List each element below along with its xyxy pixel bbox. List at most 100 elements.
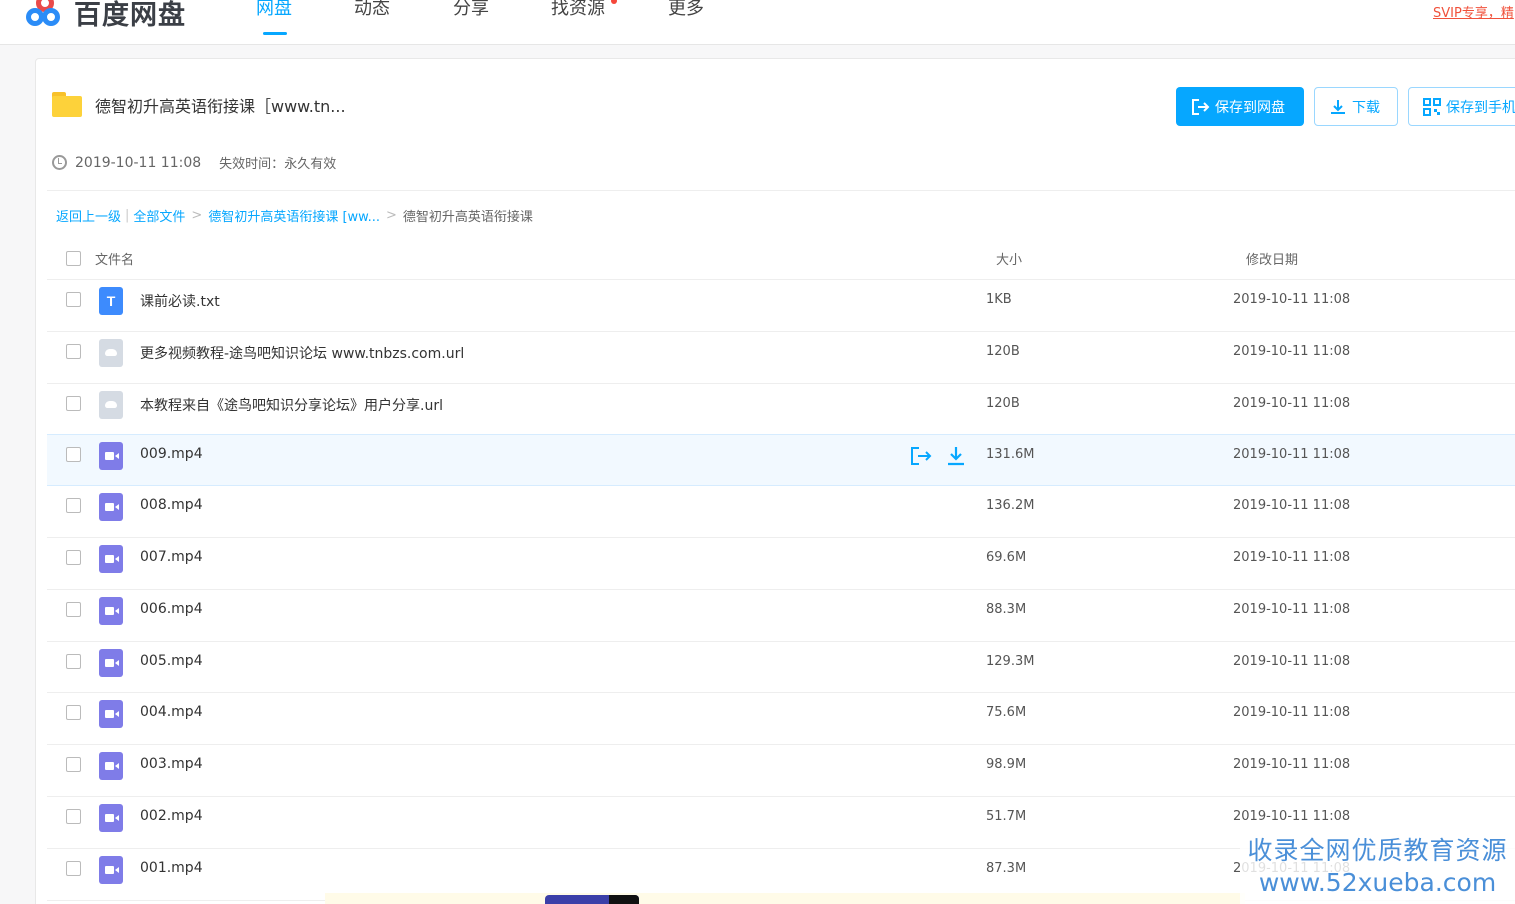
row-checkbox[interactable]: [66, 498, 81, 514]
file-row[interactable]: 003.mp4 98.9M 2019-10-11 11:08: [47, 745, 1515, 797]
main-nav: 网盘 动态 分享 找资源 更多: [256, 0, 728, 36]
nav-item-share[interactable]: 分享: [453, 0, 551, 36]
file-date: 2019-10-11 11:08: [1233, 705, 1351, 721]
breadcrumb-chevron: >: [191, 208, 203, 223]
file-date: 2019-10-11 11:08: [1233, 447, 1351, 463]
download-row-icon[interactable]: [945, 445, 967, 467]
banner-graphic: [545, 895, 639, 904]
video-file-icon: [99, 855, 123, 884]
row-checkbox[interactable]: [66, 447, 81, 463]
breadcrumb: 返回上一级 | 全部文件 > 德智初升高英语衔接课 [ww... > 德智初升高…: [56, 206, 533, 225]
divider: [47, 190, 1515, 191]
nav-item-netdisk[interactable]: 网盘: [256, 0, 354, 36]
row-checkbox[interactable]: [66, 343, 81, 359]
file-size: 131.6M: [986, 447, 1035, 463]
file-date: 2019-10-11 11:08: [1233, 498, 1351, 514]
row-checkbox[interactable]: [66, 860, 81, 876]
file-date: 2019-10-11 11:08: [1233, 549, 1351, 565]
expire-label: 失效时间：: [219, 157, 285, 172]
logo-icon: [22, 0, 68, 32]
row-checkbox[interactable]: [66, 601, 81, 617]
nav-item-more[interactable]: 更多: [668, 0, 728, 36]
breadcrumb-chevron: >: [386, 208, 397, 223]
qrcode-icon: [1423, 97, 1441, 116]
row-checkbox[interactable]: [66, 705, 81, 721]
breadcrumb-back-link[interactable]: 返回上一级: [56, 206, 121, 225]
breadcrumb-current: 德智初升高英语衔接课: [402, 210, 533, 225]
video-file-icon: [99, 493, 123, 522]
select-all-checkbox[interactable]: [66, 251, 81, 266]
row-checkbox[interactable]: [66, 549, 81, 565]
share-actions: 保存到网盘 下载 保存到手机: [1176, 87, 1515, 126]
nav-item-activity[interactable]: 动态: [354, 0, 453, 36]
file-name[interactable]: 更多视频教程-途鸟吧知识论坛 www.tnbzs.com.url: [140, 343, 464, 363]
save-to-phone-button[interactable]: 保存到手机: [1408, 87, 1515, 126]
file-name[interactable]: 007.mp4: [140, 549, 203, 565]
nav-label: 找资源: [551, 0, 605, 19]
file-row[interactable]: 本教程来自《途鸟吧知识分享论坛》用户分享.url 120B 2019-10-11 1…: [47, 384, 1515, 436]
file-name[interactable]: 本教程来自《途鸟吧知识分享论坛》用户分享.url: [140, 395, 443, 415]
nav-label: 网盘: [256, 0, 292, 19]
row-checkbox[interactable]: [66, 757, 81, 773]
svip-banner-link[interactable]: SVIP专享，精: [1433, 2, 1514, 21]
file-row[interactable]: 008.mp4 136.2M 2019-10-11 11:08: [47, 486, 1515, 538]
video-file-icon: [99, 544, 123, 573]
file-name[interactable]: 004.mp4: [140, 704, 203, 720]
file-name[interactable]: 002.mp4: [140, 808, 203, 824]
breadcrumb-all-files[interactable]: 全部文件: [133, 206, 185, 225]
file-row[interactable]: 009.mp4 131.6M 2019-10-11 11:08: [47, 434, 1515, 487]
breadcrumb-level1[interactable]: 德智初升高英语衔接课 [ww...: [208, 206, 380, 225]
file-name[interactable]: 006.mp4: [140, 601, 203, 617]
nav-item-find-resources[interactable]: 找资源: [551, 0, 668, 36]
file-name[interactable]: 005.mp4: [140, 653, 203, 669]
file-name[interactable]: 003.mp4: [140, 756, 203, 772]
file-size: 120B: [986, 343, 1020, 359]
save-to-netdisk-button[interactable]: 保存到网盘: [1176, 87, 1304, 126]
file-size: 87.3M: [986, 860, 1027, 876]
bottom-banner: [325, 893, 1245, 904]
header-name[interactable]: 文件名: [95, 249, 134, 268]
file-size: 69.6M: [986, 549, 1027, 565]
share-meta: 2019-10-11 11:08 失效时间： 永久有效: [52, 153, 336, 172]
download-label: 下载: [1352, 99, 1380, 116]
share-date: 2019-10-11 11:08: [75, 154, 202, 171]
header-size[interactable]: 大小: [996, 249, 1022, 268]
share-title-row: 德智初升高英语衔接课［www.tn...: [52, 92, 346, 118]
baidu-netdisk-logo[interactable]: 百度网盘: [22, 0, 186, 32]
file-row[interactable]: 更多视频教程-途鸟吧知识论坛 www.tnbzs.com.url 120B 2019…: [47, 332, 1515, 384]
txt-file-icon: T: [99, 287, 123, 315]
row-checkbox[interactable]: [66, 808, 81, 824]
save-label: 保存到网盘: [1215, 99, 1285, 116]
file-name[interactable]: 001.mp4: [140, 860, 203, 876]
file-date: 2019-10-11 11:08: [1233, 601, 1351, 617]
file-row[interactable]: 004.mp4 75.6M 2019-10-11 11:08: [47, 693, 1515, 746]
video-file-icon: [99, 648, 123, 677]
file-name[interactable]: 009.mp4: [140, 446, 203, 462]
save-row-icon[interactable]: [909, 445, 933, 467]
video-file-icon: [99, 700, 123, 729]
folder-icon: [52, 92, 84, 118]
file-date: 2019-10-11 11:08: [1233, 343, 1351, 359]
notification-dot: [611, 0, 617, 4]
clock-icon: [52, 155, 67, 170]
header-date[interactable]: 修改日期: [1246, 249, 1298, 268]
expire-value: 永久有效: [284, 157, 337, 172]
download-button[interactable]: 下载: [1314, 87, 1398, 126]
row-actions: [909, 445, 979, 467]
file-name[interactable]: 课前必读.txt: [140, 291, 220, 311]
file-table-header: 文件名 大小 修改日期: [47, 236, 1515, 280]
file-row[interactable]: 007.mp4 69.6M 2019-10-11 11:08: [47, 538, 1515, 590]
file-row[interactable]: T 课前必读.txt 1KB 2019-10-11 11:08: [47, 280, 1515, 332]
file-row[interactable]: 005.mp4 129.3M 2019-10-11 11:08: [47, 642, 1515, 694]
breadcrumb-separator: |: [125, 208, 130, 223]
video-file-icon: [99, 752, 123, 781]
row-checkbox[interactable]: [66, 653, 81, 669]
file-name[interactable]: 008.mp4: [140, 497, 203, 513]
row-checkbox[interactable]: [66, 395, 81, 411]
file-size: 1KB: [986, 292, 1012, 307]
row-checkbox[interactable]: [66, 292, 81, 307]
file-size: 51.7M: [986, 808, 1027, 824]
save-icon: [1192, 98, 1210, 115]
file-row[interactable]: 006.mp4 88.3M 2019-10-11 11:08: [47, 590, 1515, 642]
download-icon: [1331, 99, 1345, 114]
